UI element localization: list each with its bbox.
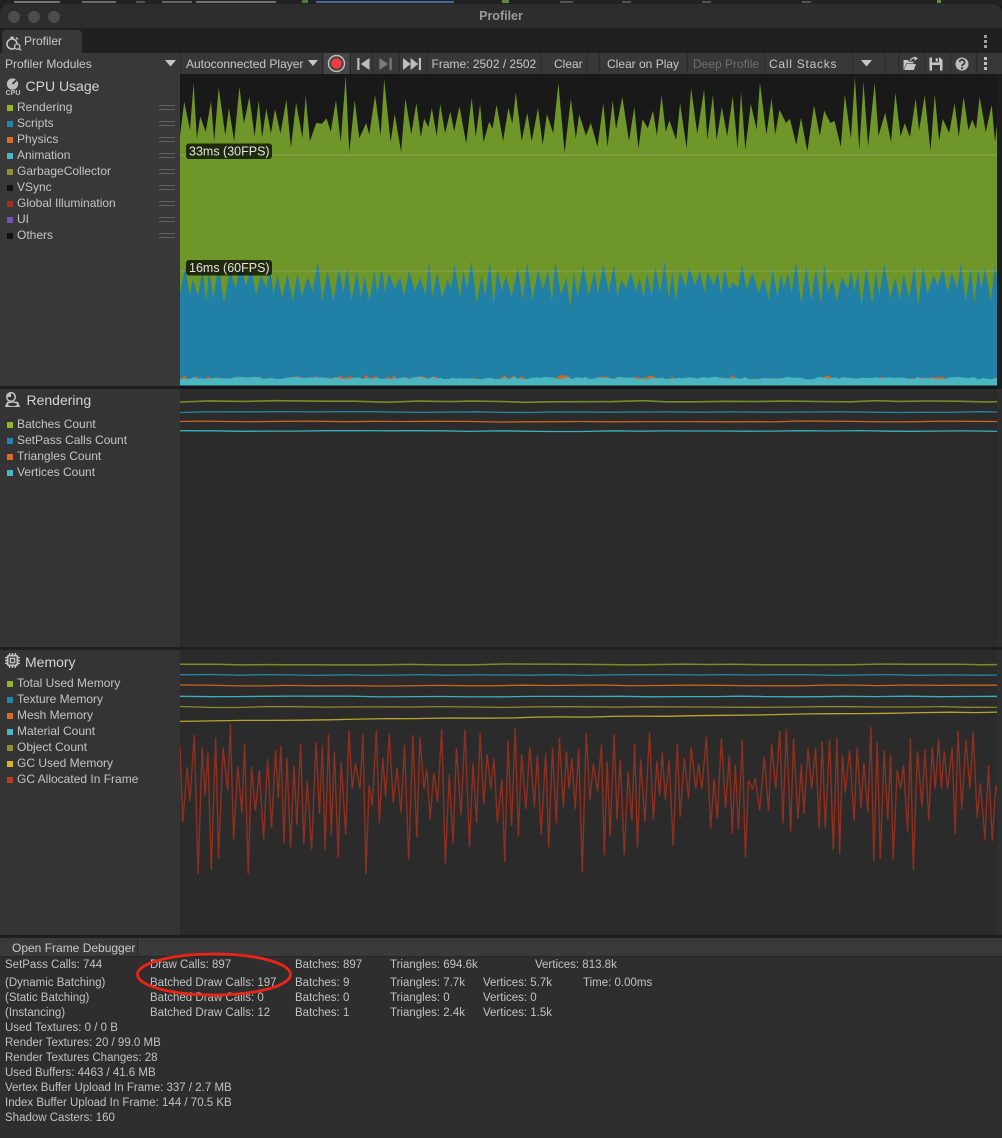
svg-text:16ms (60FPS): 16ms (60FPS) [189,261,270,275]
svg-text:CPU: CPU [6,90,21,96]
svg-text:33ms (30FPS): 33ms (30FPS) [189,144,270,158]
